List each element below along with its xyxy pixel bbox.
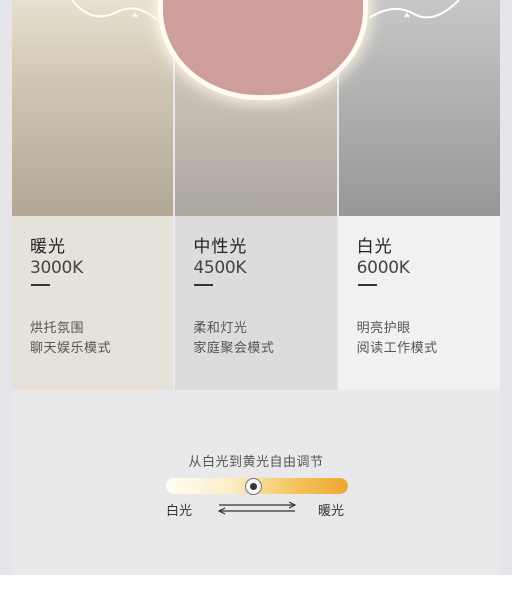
divider	[31, 284, 50, 286]
color-temperature: 3000K	[30, 258, 83, 278]
divider	[194, 284, 214, 286]
adjustment-title: 从白光到黄光自由调节	[188, 455, 324, 470]
bottom-strip	[0, 575, 512, 600]
mode-desc-line2: 家庭聚会模式	[193, 341, 275, 356]
panel-white-light: 白光 6000K 明亮护眼 阅读工作模式	[338, 0, 500, 390]
mode-desc-line1: 柔和灯光	[193, 321, 248, 336]
divider	[357, 284, 377, 286]
mode-desc-line1: 明亮护眼	[356, 321, 411, 336]
flourish-decoration-icon	[368, 0, 460, 19]
mode-name: 中性光	[193, 237, 248, 257]
flourish-decoration-icon	[71, 0, 158, 21]
white-light-info: 白光 6000K 明亮护眼 阅读工作模式	[338, 216, 500, 390]
color-temperature: 6000K	[356, 258, 410, 278]
bidirectional-arrow-icon	[217, 501, 297, 515]
warm-light-photo	[12, 0, 174, 216]
left-edge	[0, 0, 12, 600]
color-temperature: 4500K	[193, 258, 247, 278]
panel-warm-light: 暖光 3000K 烘托氛围 聊天娱乐模式	[12, 0, 174, 390]
slider-label-warm: 暖光	[318, 504, 345, 519]
neutral-light-info: 中性光 4500K 柔和灯光 家庭聚会模式	[175, 216, 337, 390]
warm-light-info: 暖光 3000K 烘托氛围 聊天娱乐模式	[12, 216, 174, 390]
slider-label-white: 白光	[166, 504, 193, 519]
mode-desc-line2: 聊天娱乐模式	[30, 341, 112, 356]
mode-name: 暖光	[30, 237, 66, 257]
mode-name: 白光	[356, 237, 393, 257]
mode-desc-line2: 阅读工作模式	[356, 341, 438, 356]
mode-desc-line1: 烘托氛围	[30, 321, 85, 336]
right-edge	[500, 0, 512, 600]
